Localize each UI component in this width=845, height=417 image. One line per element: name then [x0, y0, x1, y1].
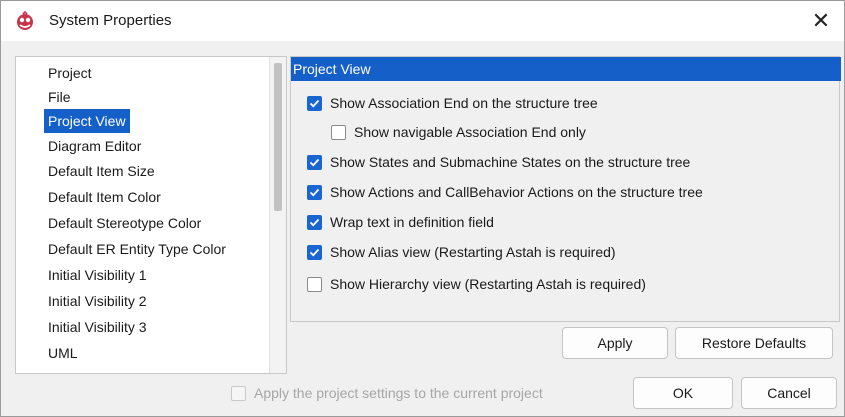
option-show-actions[interactable]: Show Actions and CallBehavior Actions on…: [307, 181, 703, 203]
close-icon: ✕: [811, 8, 831, 33]
apply-project-settings-label: Apply the project settings to the curren…: [254, 385, 543, 401]
nav-item-project[interactable]: Project: [44, 61, 96, 85]
system-properties-dialog: System Properties ✕ Project File Project…: [0, 0, 845, 417]
check-icon: [309, 158, 320, 166]
check-icon: [309, 188, 320, 196]
check-icon: [309, 218, 320, 226]
panel-header: Project View: [291, 57, 841, 81]
category-list[interactable]: Project File Project View Diagram Editor…: [15, 56, 287, 374]
option-label: Show Hierarchy view (Restarting Astah is…: [330, 276, 646, 292]
cancel-button[interactable]: Cancel: [741, 377, 837, 409]
checkbox[interactable]: [307, 276, 322, 292]
nav-item-default-er-entity-type-color[interactable]: Default ER Entity Type Color: [44, 237, 230, 261]
option-label: Show navigable Association End only: [354, 124, 586, 140]
nav-item-diagram-editor[interactable]: Diagram Editor: [44, 134, 145, 158]
nav-item-default-item-size[interactable]: Default Item Size: [44, 159, 159, 183]
apply-project-settings-option[interactable]: Apply the project settings to the curren…: [231, 385, 543, 401]
option-show-states[interactable]: Show States and Submachine States on the…: [307, 151, 690, 173]
nav-item-default-item-color[interactable]: Default Item Color: [44, 185, 165, 209]
check-icon: [309, 248, 320, 256]
option-label: Show Alias view (Restarting Astah is req…: [330, 244, 616, 260]
nav-item-initial-visibility-1[interactable]: Initial Visibility 1: [44, 263, 151, 287]
restore-defaults-button[interactable]: Restore Defaults: [675, 327, 833, 359]
ok-button[interactable]: OK: [633, 377, 733, 409]
nav-item-project-view[interactable]: Project View: [44, 109, 130, 133]
scrollbar-thumb[interactable]: [274, 63, 282, 211]
option-label: Show Association End on the structure tr…: [330, 95, 598, 111]
checkbox[interactable]: [307, 95, 322, 111]
list-scrollbar[interactable]: [269, 57, 286, 373]
window-title: System Properties: [49, 12, 172, 29]
option-wrap-text[interactable]: Wrap text in definition field: [307, 211, 494, 233]
nav-item-file[interactable]: File: [44, 85, 75, 109]
nav-item-uml[interactable]: UML: [44, 341, 82, 365]
option-label: Wrap text in definition field: [330, 214, 494, 230]
option-label: Show Actions and CallBehavior Actions on…: [330, 184, 703, 200]
astah-logo-icon: [17, 11, 33, 30]
close-button[interactable]: ✕: [798, 1, 844, 41]
checkbox[interactable]: [307, 214, 322, 230]
nav-item-initial-visibility-2[interactable]: Initial Visibility 2: [44, 289, 151, 313]
check-icon: [309, 99, 320, 107]
checkbox[interactable]: [307, 184, 322, 200]
nav-item-default-stereotype-color[interactable]: Default Stereotype Color: [44, 211, 205, 235]
nav-item-initial-visibility-3[interactable]: Initial Visibility 3: [44, 315, 151, 339]
checkbox[interactable]: [331, 124, 346, 140]
title-bar: System Properties ✕: [1, 1, 844, 41]
checkbox[interactable]: [231, 385, 246, 401]
apply-button[interactable]: Apply: [562, 327, 668, 359]
option-show-navigable-association-end[interactable]: Show navigable Association End only: [331, 121, 586, 143]
checkbox[interactable]: [307, 154, 322, 170]
option-show-association-end[interactable]: Show Association End on the structure tr…: [307, 92, 598, 114]
option-show-alias-view[interactable]: Show Alias view (Restarting Astah is req…: [307, 241, 616, 263]
option-label: Show States and Submachine States on the…: [330, 154, 691, 170]
project-view-panel: Project View Show Association End on the…: [290, 56, 841, 322]
checkbox[interactable]: [307, 244, 322, 260]
option-show-hierarchy-view[interactable]: Show Hierarchy view (Restarting Astah is…: [307, 273, 646, 295]
